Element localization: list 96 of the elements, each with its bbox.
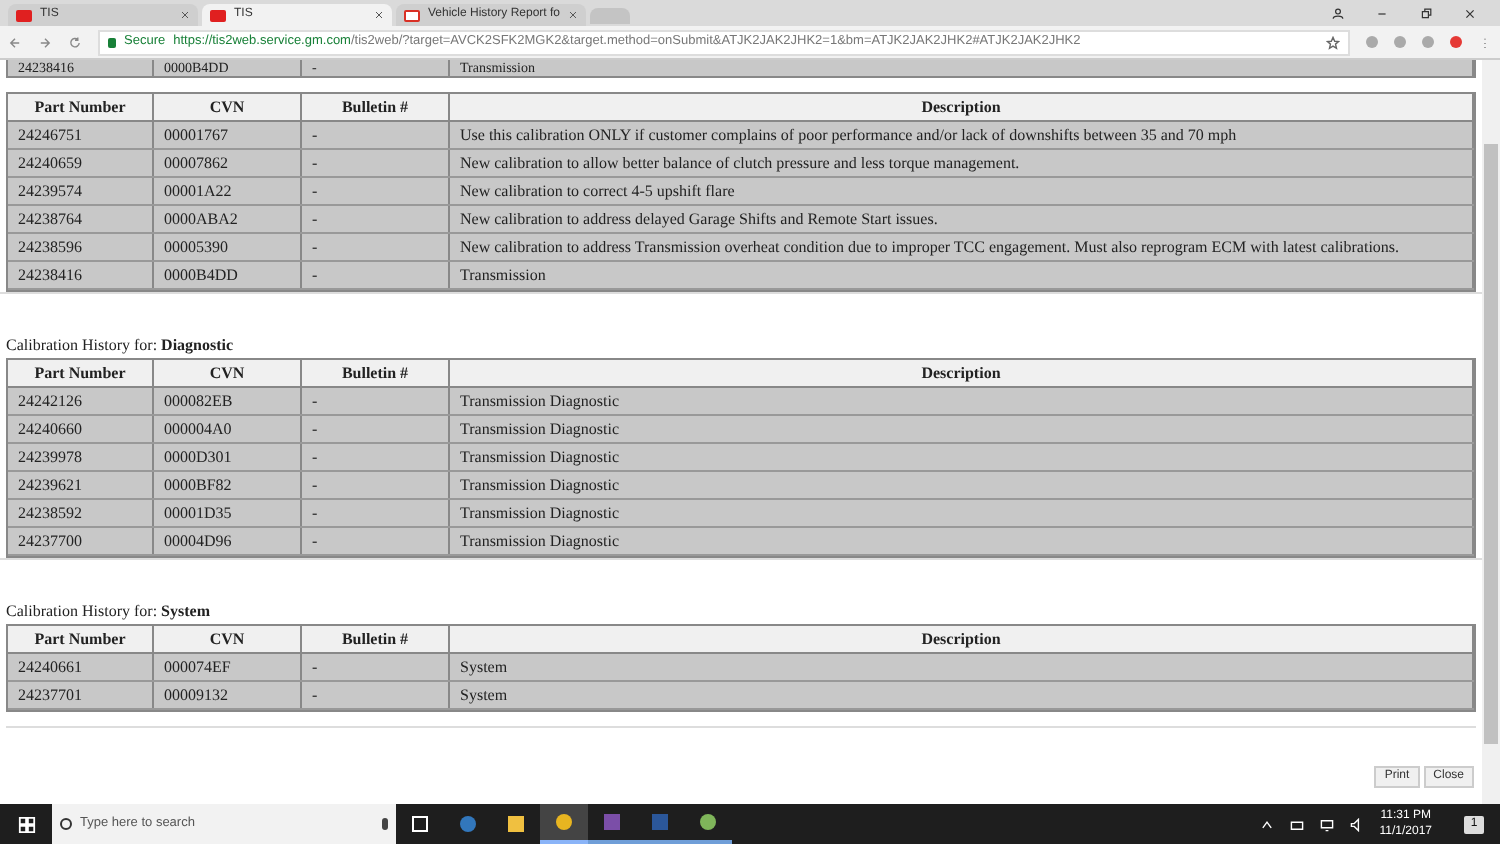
column-header: Part Number [8, 360, 154, 386]
table-cell: 24239978 [8, 444, 154, 470]
table-cell: Transmission Diagnostic [450, 388, 1474, 414]
table-cell: Use this calibration ONLY if customer complains of poor performance and/or lack of downshifts between 35 and 70 mph [450, 122, 1474, 148]
table-cell: 24246751 [8, 122, 154, 148]
chevron-up-icon[interactable] [1259, 817, 1274, 831]
table-cell: Transmission [450, 262, 1474, 288]
close-icon[interactable] [374, 10, 384, 20]
forward-icon[interactable] [38, 35, 52, 49]
column-header: Bulletin # [302, 94, 450, 120]
table-cell: 0000ABA2 [154, 206, 302, 232]
table-cell: 24242126 [8, 388, 154, 414]
table-cell: 24240659 [8, 150, 154, 176]
table-cell: 24237700 [8, 528, 154, 554]
table-cell: 24238764 [8, 206, 154, 232]
table-cell: - [302, 122, 450, 148]
task-view-icon[interactable] [412, 816, 428, 832]
table-cell: Transmission Diagnostic [450, 444, 1474, 470]
table-cell: Transmission Diagnostic [450, 500, 1474, 526]
table-cell: 0000BF82 [154, 472, 302, 498]
table-cell: 24239621 [8, 472, 154, 498]
account-icon[interactable] [1332, 7, 1344, 19]
column-header: Part Number [8, 626, 154, 652]
table-cell: - [302, 206, 450, 232]
table-cell: System [450, 654, 1474, 680]
column-header: Description [450, 94, 1474, 120]
table-cell: 24240661 [8, 654, 154, 680]
table-cell: 00001767 [154, 122, 302, 148]
table-cell: New calibration to allow better balance of clutch pressure and less torque management. [450, 150, 1474, 176]
table-cell: - [302, 528, 450, 554]
speaker-icon[interactable] [1349, 817, 1364, 831]
lock-icon [108, 37, 116, 47]
table-cell: - [302, 178, 450, 204]
column-header: Bulletin # [302, 360, 450, 386]
table-cell: 24237701 [8, 682, 154, 708]
column-header: Description [450, 360, 1474, 386]
table-cell: - [302, 416, 450, 442]
table-cell: 24238416 [8, 262, 154, 288]
star-icon[interactable] [1326, 35, 1340, 49]
extension-icon[interactable] [1450, 36, 1462, 48]
column-header: CVN [154, 94, 302, 120]
table-cell: 00001D35 [154, 500, 302, 526]
column-header: Part Number [8, 94, 154, 120]
table-cell: - [302, 150, 450, 176]
table-cell: - [302, 472, 450, 498]
mail-icon [404, 9, 420, 21]
restore-icon[interactable] [1420, 7, 1432, 19]
column-header: Bulletin # [302, 626, 450, 652]
table-cell: 0000B4DD [154, 262, 302, 288]
close-icon[interactable] [568, 10, 578, 20]
table-cell: Transmission Diagnostic [450, 416, 1474, 442]
table-cell: - [302, 262, 450, 288]
favicon-icon [210, 9, 226, 21]
column-header: CVN [154, 360, 302, 386]
column-header: CVN [154, 626, 302, 652]
table-cell: 24239574 [8, 178, 154, 204]
table-cell: 00005390 [154, 234, 302, 260]
table-cell: - [302, 500, 450, 526]
table-cell: System [450, 682, 1474, 708]
table-cell: 000004A0 [154, 416, 302, 442]
table-cell: Transmission Diagnostic [450, 472, 1474, 498]
network-icon[interactable] [1289, 817, 1304, 831]
display-icon[interactable] [1319, 817, 1334, 831]
table-cell: - [302, 444, 450, 470]
table-cell: - [302, 234, 450, 260]
minimize-icon[interactable] [1376, 7, 1388, 19]
close-icon[interactable] [1464, 7, 1476, 19]
table-cell: Transmission Diagnostic [450, 528, 1474, 554]
table-cell: 00001A22 [154, 178, 302, 204]
back-icon[interactable] [8, 35, 22, 49]
table-cell: New calibration to address delayed Garage Shifts and Remote Start issues. [450, 206, 1474, 232]
table-cell: 00007862 [154, 150, 302, 176]
search-icon [60, 818, 72, 830]
table-cell: - [302, 388, 450, 414]
table-cell: 24240660 [8, 416, 154, 442]
table-cell: - [302, 654, 450, 680]
table-cell: 000074EF [154, 654, 302, 680]
windows-start-icon[interactable] [17, 815, 35, 833]
table-cell: 0000D301 [154, 444, 302, 470]
table-cell: - [302, 682, 450, 708]
close-icon[interactable] [180, 10, 190, 20]
scrollbar[interactable] [1482, 60, 1500, 804]
reload-icon[interactable] [68, 35, 82, 49]
table-cell: 24238592 [8, 500, 154, 526]
favicon-icon [16, 9, 32, 21]
scroll-thumb[interactable] [1484, 144, 1498, 744]
section-title: Calibration History for: Diagnostic [4, 336, 236, 358]
microphone-icon[interactable] [382, 818, 388, 830]
table-cell: New calibration to correct 4-5 upshift flare [450, 178, 1474, 204]
column-header: Description [450, 626, 1474, 652]
table-cell: 24238596 [8, 234, 154, 260]
section-title: Calibration History for: System [4, 602, 212, 624]
table-cell: New calibration to address Transmission overheat condition due to improper TCC engagement. Must also reprogram ECM with latest calibrations. [450, 234, 1474, 260]
table-cell: 00004D96 [154, 528, 302, 554]
table-cell: 000082EB [154, 388, 302, 414]
table-cell: 00009132 [154, 682, 302, 708]
